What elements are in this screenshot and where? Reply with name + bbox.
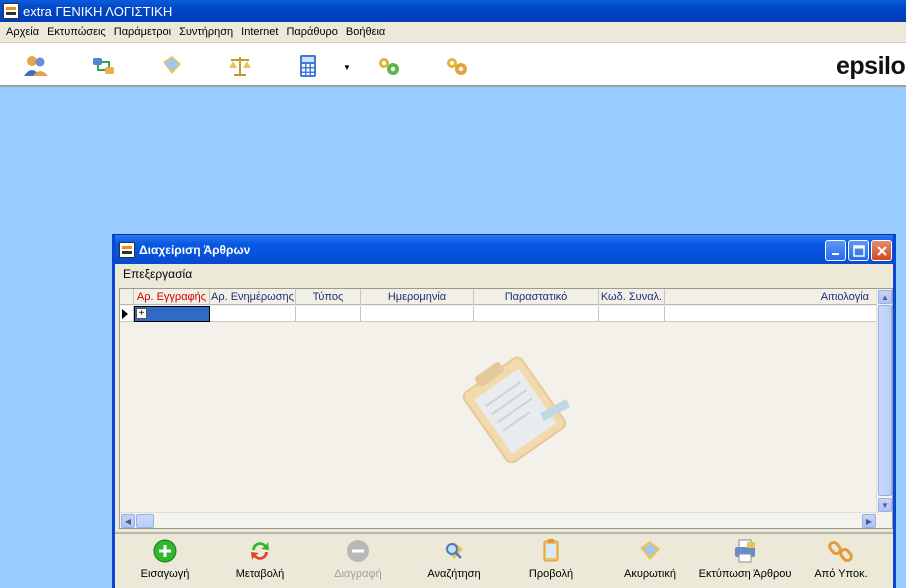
menu-item-internet[interactable]: Internet	[237, 26, 282, 38]
view-label: Προβολή	[528, 568, 574, 580]
article-management-window: Διαχείριση Άρθρων Επεξεργασία Αρ. Εγγραφ…	[112, 234, 896, 588]
balance-scale-icon[interactable]	[224, 50, 256, 82]
close-button[interactable]	[871, 240, 892, 261]
remove-icon	[347, 540, 369, 562]
articles-grid[interactable]: Αρ. Εγγραφής Αρ. Ενημέρωσης Τύπος Ημερομ…	[119, 288, 893, 529]
users-icon[interactable]	[20, 50, 52, 82]
ledger-card-icon[interactable]	[156, 50, 188, 82]
maximize-button[interactable]	[848, 240, 869, 261]
row-indicator-cell	[120, 306, 134, 322]
transfer-icon[interactable]	[88, 50, 120, 82]
delete-button[interactable]: Διαγραφή	[318, 538, 398, 582]
from-subaccount-button[interactable]: Από Υποκ.	[801, 538, 881, 582]
scroll-left-icon[interactable]: ◀	[121, 514, 135, 528]
column-header-entry-no[interactable]: Αρ. Εγγραφής	[134, 289, 210, 305]
column-header-type[interactable]: Τύπος	[296, 289, 361, 305]
column-header-update-no[interactable]: Αρ. Ενημέρωσης	[210, 289, 296, 305]
from-subaccount-label: Από Υποκ.	[814, 568, 868, 580]
window-titlebar[interactable]: Διαχείριση Άρθρων	[115, 235, 893, 264]
modify-label: Μεταβολή	[235, 568, 285, 580]
grid-cell[interactable]	[665, 306, 878, 322]
window-menubar: Επεξεργασία	[115, 264, 893, 284]
horizontal-scrollbar[interactable]: ◀ ▶	[120, 512, 878, 528]
grid-cell[interactable]	[474, 306, 599, 322]
horizontal-scroll-thumb[interactable]	[136, 514, 154, 528]
view-button[interactable]: Προβολή	[511, 538, 591, 582]
window-icon	[119, 241, 135, 258]
cancel-entry-label: Ακυρωτική	[624, 568, 676, 580]
calculator-icon[interactable]	[292, 50, 324, 82]
search-label: Αναζήτηση	[427, 568, 481, 580]
close-icon	[876, 245, 887, 256]
row-pointer-icon	[122, 309, 128, 319]
app-titlebar[interactable]: extra ΓΕΝΙΚΗ ΛΟΓΙΣΤΙΚΗ	[0, 0, 906, 22]
column-header-date[interactable]: Ημερομηνία	[361, 289, 474, 305]
clipboard-watermark-icon	[462, 356, 570, 463]
scroll-right-icon[interactable]: ▶	[862, 514, 876, 528]
cancel-entry-icon	[640, 541, 660, 560]
menu-item-window[interactable]: Παράθυρο	[282, 26, 341, 38]
grid-cell[interactable]	[361, 306, 474, 322]
scroll-up-icon[interactable]: ▲	[878, 290, 892, 304]
expand-icon[interactable]: +	[136, 308, 147, 319]
menu-item-help[interactable]: Βοήθεια	[342, 26, 389, 38]
delete-label: Διαγραφή	[334, 568, 382, 580]
window-title: Διαχείριση Άρθρων	[139, 242, 251, 257]
search-icon	[445, 542, 463, 559]
menu-item-edit[interactable]: Επεξεργασία	[123, 267, 192, 281]
modify-button[interactable]: Μεταβολή	[220, 538, 300, 582]
print-icon	[735, 539, 755, 563]
minimize-icon	[831, 252, 839, 255]
menu-item-prints[interactable]: Εκτυπώσεις	[43, 26, 110, 38]
chevron-down-icon[interactable]: ▼	[342, 63, 352, 73]
grid-cell[interactable]	[296, 306, 361, 322]
grid-cell[interactable]	[210, 306, 296, 322]
table-row[interactable]: +	[120, 306, 878, 322]
column-header-document[interactable]: Παραστατικό	[474, 289, 599, 305]
action-bar: Εισαγωγή Μεταβολή Διαγραφή Αναζήτηση Προ…	[115, 532, 893, 588]
grid-cell[interactable]	[599, 306, 665, 322]
scroll-down-icon[interactable]: ▼	[878, 498, 892, 512]
print-article-label: Εκτύπωση Άρθρου	[698, 568, 792, 580]
gears-orange-icon[interactable]	[441, 50, 473, 82]
minimize-button[interactable]	[825, 240, 846, 261]
link-icon	[828, 540, 853, 563]
insert-button[interactable]: Εισαγωγή	[125, 538, 205, 582]
menu-item-files[interactable]: Αρχεία	[2, 26, 43, 38]
add-icon	[153, 539, 177, 563]
cancel-entry-button[interactable]: Ακυρωτική	[610, 538, 690, 582]
grid-header-indicator	[120, 289, 134, 305]
insert-label: Εισαγωγή	[140, 568, 190, 580]
gears-green-icon[interactable]	[373, 50, 405, 82]
print-article-button[interactable]: Εκτύπωση Άρθρου	[699, 538, 791, 582]
view-icon	[543, 539, 559, 562]
search-button[interactable]: Αναζήτηση	[414, 538, 494, 582]
vertical-scroll-thumb[interactable]	[878, 305, 892, 496]
toolbar: ▼ epsilon	[0, 43, 906, 87]
refresh-icon	[251, 542, 269, 560]
app-title: extra ΓΕΝΙΚΗ ΛΟΓΙΣΤΙΚΗ	[23, 3, 173, 19]
menu-item-parameters[interactable]: Παράμετροι	[110, 26, 175, 38]
app-icon	[3, 3, 19, 19]
brand-logo: epsilon	[836, 52, 906, 80]
menu-item-maintenance[interactable]: Συντήρηση	[175, 26, 237, 38]
maximize-icon	[852, 244, 865, 257]
column-header-transaction-code[interactable]: Κωδ. Συναλ.	[599, 289, 665, 305]
grid-header: Αρ. Εγγραφής Αρ. Ενημέρωσης Τύπος Ημερομ…	[120, 289, 878, 305]
column-header-reason[interactable]: Αιτιολογία	[665, 289, 878, 305]
menubar: Αρχεία Εκτυπώσεις Παράμετροι Συντήρηση I…	[0, 22, 906, 43]
vertical-scrollbar[interactable]: ▲ ▼	[876, 289, 892, 514]
